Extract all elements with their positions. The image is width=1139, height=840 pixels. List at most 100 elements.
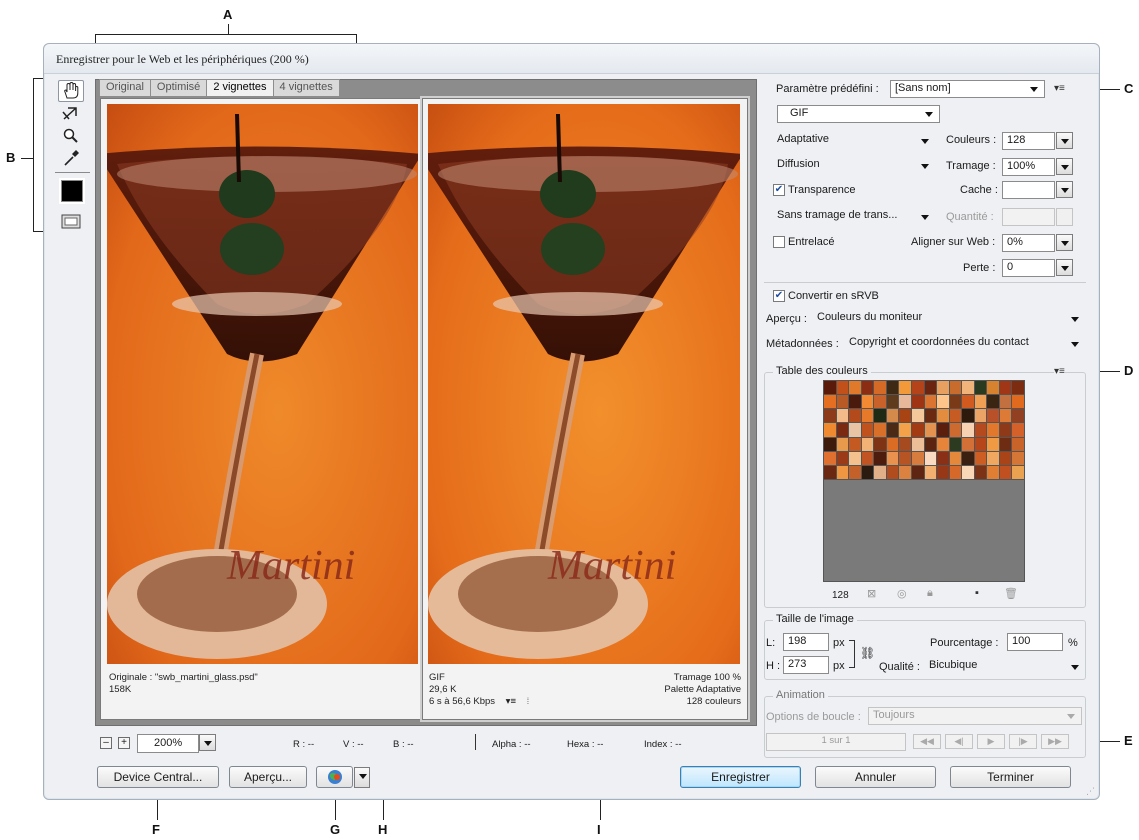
color-swatch[interactable]: [874, 423, 886, 437]
color-swatch[interactable]: [824, 423, 836, 437]
new-color-icon[interactable]: ▪: [975, 587, 979, 599]
color-swatch[interactable]: [974, 451, 987, 465]
colors-field[interactable]: 128: [1002, 132, 1055, 150]
preview-select[interactable]: Couleurs du moniteur: [813, 309, 1083, 328]
color-swatch[interactable]: [861, 451, 874, 465]
color-swatch[interactable]: [849, 381, 861, 395]
color-swatch[interactable]: [886, 451, 899, 465]
color-swatch[interactable]: [987, 395, 999, 409]
color-swatch[interactable]: [962, 381, 974, 395]
color-swatch[interactable]: [899, 437, 911, 451]
optimized-pane[interactable]: Martini GIF 29,6 K 6 s à 56,6 Kbps ▾≡ ⁞ …: [420, 96, 750, 722]
color-swatch[interactable]: [911, 423, 924, 437]
color-swatch[interactable]: [886, 409, 899, 423]
preset-select[interactable]: [Sans nom]: [890, 80, 1045, 98]
original-pane[interactable]: Martini Originale : "swb_martini_glass.p…: [100, 98, 425, 720]
width-field[interactable]: 198: [783, 633, 829, 651]
color-swatch[interactable]: [987, 423, 999, 437]
color-swatch[interactable]: [861, 381, 874, 395]
apercu-button[interactable]: Aperçu...: [229, 766, 307, 788]
color-swatch[interactable]: [861, 465, 874, 479]
optimize-menu-icon[interactable]: ▾≡: [1054, 83, 1065, 94]
color-swatch[interactable]: [899, 381, 911, 395]
color-swatch[interactable]: [836, 381, 849, 395]
color-swatch[interactable]: [886, 465, 899, 479]
color-swatch[interactable]: [937, 465, 949, 479]
color-swatch[interactable]: [849, 409, 861, 423]
color-swatch[interactable]: [899, 465, 911, 479]
color-swatch[interactable]: [1012, 423, 1024, 437]
download-speed-menu-icon[interactable]: ▾≡: [506, 696, 516, 707]
zoom-dropdown-button[interactable]: [199, 734, 216, 751]
color-swatch[interactable]: [849, 465, 861, 479]
color-swatch[interactable]: [899, 409, 911, 423]
color-swatch[interactable]: [937, 395, 949, 409]
color-swatch[interactable]: [911, 395, 924, 409]
color-swatch[interactable]: [1012, 395, 1024, 409]
color-swatch[interactable]: [886, 395, 899, 409]
color-swatch[interactable]: [987, 451, 999, 465]
color-swatch[interactable]: [911, 437, 924, 451]
zoom-out-button[interactable]: –: [100, 737, 112, 749]
color-swatch[interactable]: [962, 451, 974, 465]
eyedropper-tool[interactable]: [58, 147, 84, 169]
slice-select-tool[interactable]: [58, 103, 84, 125]
color-swatch[interactable]: [987, 465, 999, 479]
color-swatch[interactable]: [949, 409, 962, 423]
color-swatch[interactable]: [974, 409, 987, 423]
percent-field[interactable]: 100: [1007, 633, 1063, 651]
color-swatch[interactable]: [836, 465, 849, 479]
zoom-level-field[interactable]: 200%: [137, 734, 199, 753]
color-swatch[interactable]: [949, 423, 962, 437]
color-swatch[interactable]: [849, 423, 861, 437]
transparency-checkbox[interactable]: ✔: [773, 184, 785, 196]
tab-original[interactable]: Original: [99, 79, 151, 96]
matte-dropdown[interactable]: [1056, 181, 1073, 198]
color-swatch[interactable]: [899, 451, 911, 465]
color-swatch[interactable]: [911, 381, 924, 395]
color-swatch[interactable]: [949, 437, 962, 451]
color-swatch[interactable]: [899, 423, 911, 437]
matte-field[interactable]: [1002, 181, 1055, 199]
color-swatch[interactable]: [962, 395, 974, 409]
color-swatch[interactable]: [962, 465, 974, 479]
color-swatch[interactable]: [1012, 465, 1024, 479]
color-swatch[interactable]: [886, 381, 899, 395]
color-swatch[interactable]: [987, 437, 999, 451]
color-swatch[interactable]: [824, 409, 836, 423]
color-swatch[interactable]: [824, 437, 836, 451]
color-swatch[interactable]: [999, 423, 1012, 437]
toggle-slices-tool[interactable]: [58, 210, 84, 232]
browser-preview-dropdown[interactable]: [354, 767, 370, 788]
trans-dither-select[interactable]: Sans tramage de trans...: [773, 207, 933, 226]
zoom-in-button[interactable]: +: [118, 737, 130, 749]
color-swatch[interactable]: [937, 381, 949, 395]
color-reduction-select[interactable]: Adaptative: [773, 131, 933, 150]
color-swatch[interactable]: [824, 451, 836, 465]
color-swatch[interactable]: [874, 381, 886, 395]
quality-select[interactable]: Bicubique: [925, 657, 1083, 676]
color-swatch[interactable]: [899, 395, 911, 409]
color-swatch[interactable]: [861, 409, 874, 423]
web-shift-icon[interactable]: ◎: [897, 587, 907, 600]
color-swatch[interactable]: [974, 381, 987, 395]
color-swatch[interactable]: [824, 381, 836, 395]
color-swatch[interactable]: [824, 465, 836, 479]
color-swatch[interactable]: [886, 423, 899, 437]
color-swatch[interactable]: [999, 395, 1012, 409]
color-swatch[interactable]: [987, 409, 999, 423]
color-swatch[interactable]: [849, 437, 861, 451]
chain-link-icon[interactable]: ⛓: [860, 646, 875, 660]
height-field[interactable]: 273: [783, 656, 829, 674]
color-swatch[interactable]: [849, 395, 861, 409]
color-swatch[interactable]: [874, 437, 886, 451]
color-swatch[interactable]: [924, 395, 937, 409]
color-swatch[interactable]: [874, 451, 886, 465]
color-swatch[interactable]: [949, 395, 962, 409]
color-swatch[interactable]: [924, 409, 937, 423]
color-swatch[interactable]: [937, 423, 949, 437]
zoom-tool[interactable]: [58, 125, 84, 147]
color-swatch[interactable]: [1012, 409, 1024, 423]
browser-preview-button[interactable]: [316, 766, 353, 788]
color-swatch[interactable]: [836, 451, 849, 465]
